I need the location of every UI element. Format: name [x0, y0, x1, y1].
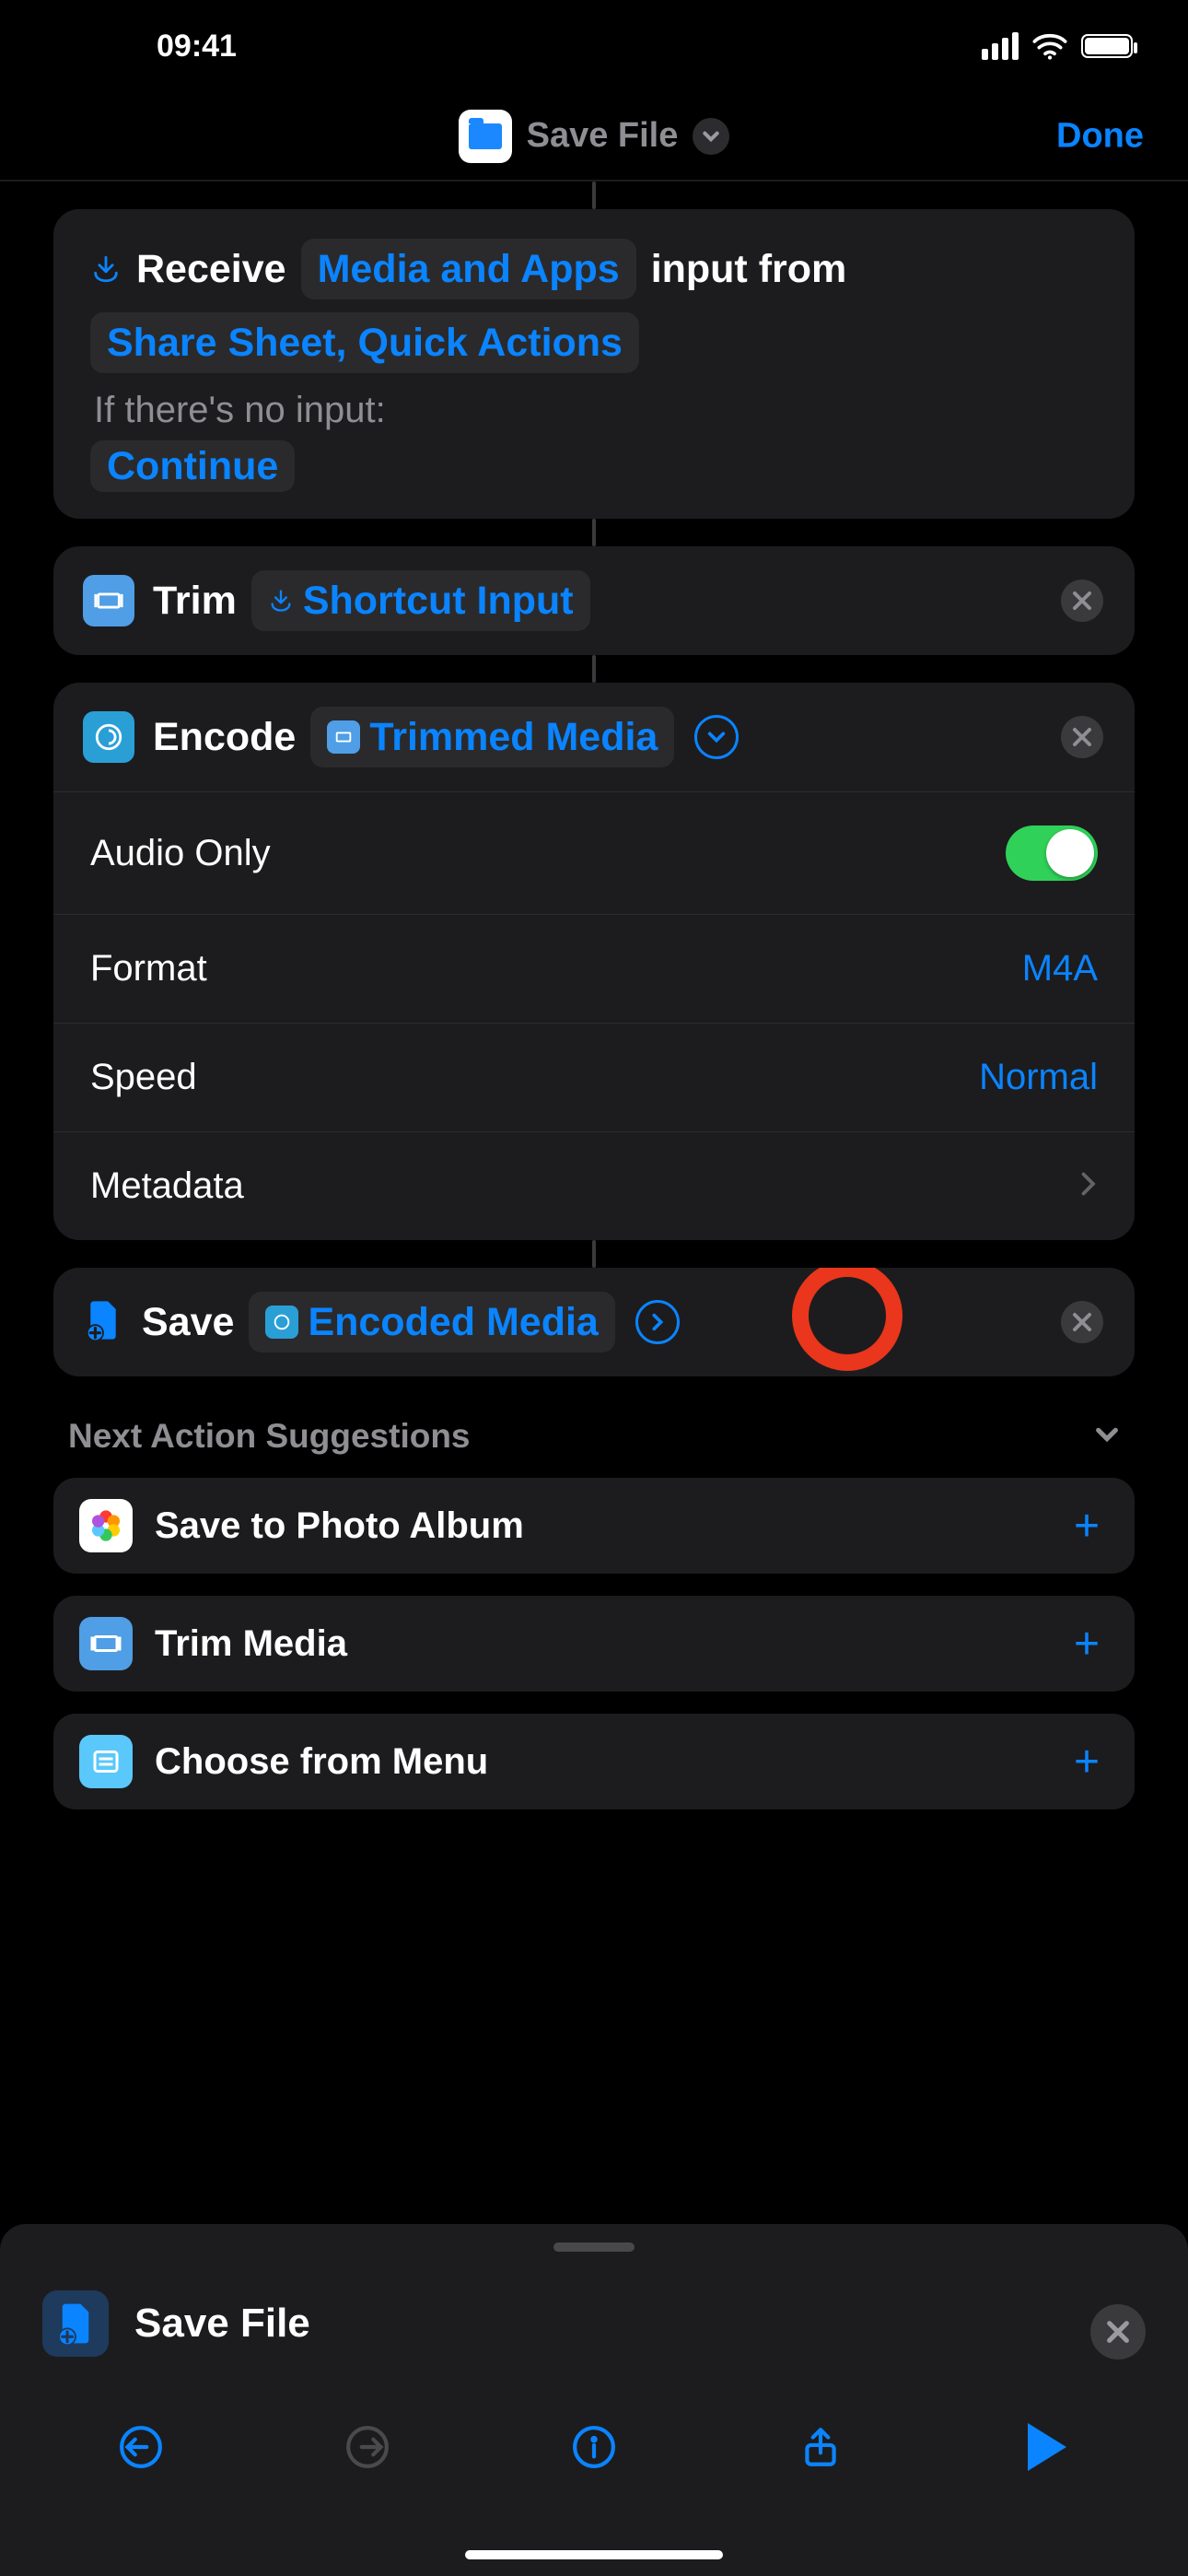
receive-word: Receive — [136, 242, 286, 296]
format-value: M4A — [1022, 948, 1098, 989]
sheet-title: Save File — [134, 2301, 310, 2347]
format-row[interactable]: Format M4A — [53, 914, 1135, 1023]
receive-word2: input from — [651, 242, 847, 296]
delete-trim-button[interactable] — [1061, 580, 1103, 622]
receive-action-card: Receive Media and Apps input from Share … — [53, 209, 1135, 519]
input-type-token[interactable]: Media and Apps — [301, 239, 636, 299]
input-source-token[interactable]: Share Sheet, Quick Actions — [90, 312, 639, 373]
shortcut-input-icon — [268, 588, 294, 614]
done-button[interactable]: Done — [1056, 116, 1144, 156]
play-icon — [1028, 2423, 1066, 2471]
cell-signal-icon — [982, 32, 1019, 60]
nav-title-group[interactable]: Save File — [459, 110, 730, 163]
nav-title: Save File — [527, 116, 679, 156]
add-suggestion-button[interactable]: + — [1074, 1501, 1109, 1551]
suggestion-save-photo[interactable]: Save to Photo Album + — [53, 1478, 1135, 1574]
no-input-label: If there's no input: — [90, 390, 1098, 431]
expand-save-button[interactable] — [635, 1300, 680, 1344]
trim-action-card: Trim Shortcut Input — [53, 546, 1135, 655]
trim-input-token[interactable]: Shortcut Input — [251, 570, 590, 631]
suggestion-trim-media[interactable]: Trim Media + — [53, 1596, 1135, 1692]
undo-button[interactable] — [111, 2418, 170, 2476]
suggestions-header[interactable]: Next Action Suggestions — [53, 1376, 1135, 1478]
bottom-sheet[interactable]: Save File — [0, 2224, 1188, 2576]
trim-app-icon — [83, 575, 134, 626]
delete-encode-button[interactable] — [1061, 716, 1103, 758]
wifi-icon — [1031, 32, 1068, 60]
run-button[interactable] — [1018, 2418, 1077, 2476]
save-action-card: Save Encoded Media — [53, 1268, 1135, 1376]
encoded-media-icon — [272, 1312, 292, 1332]
save-input-token[interactable]: Encoded Media — [249, 1292, 614, 1352]
encode-action-card: Encode Trimmed Media Audio Only Format — [53, 683, 1135, 1240]
metadata-row[interactable]: Metadata — [53, 1131, 1135, 1240]
folder-app-icon — [459, 110, 512, 163]
audio-only-toggle[interactable] — [1006, 825, 1098, 881]
chevron-down-icon — [1094, 1417, 1120, 1456]
suggestion-choose-menu[interactable]: Choose from Menu + — [53, 1714, 1135, 1809]
receive-input-icon — [90, 253, 122, 285]
editor-toolbar — [0, 2394, 1188, 2576]
speed-value: Normal — [979, 1057, 1098, 1098]
sheet-grabber[interactable] — [553, 2242, 635, 2252]
encode-label: Encode — [153, 710, 296, 764]
chevron-right-icon — [1077, 1165, 1098, 1207]
close-sheet-button[interactable] — [1090, 2304, 1146, 2359]
chevron-down-icon[interactable] — [693, 118, 729, 155]
photos-app-icon — [79, 1499, 133, 1552]
share-button[interactable] — [791, 2418, 850, 2476]
speed-row[interactable]: Speed Normal — [53, 1023, 1135, 1131]
encode-input-token[interactable]: Trimmed Media — [310, 707, 674, 767]
info-button[interactable] — [565, 2418, 623, 2476]
audio-only-row: Audio Only — [53, 791, 1135, 914]
trim-media-icon — [79, 1617, 133, 1670]
fallback-token[interactable]: Continue — [90, 440, 295, 492]
save-label: Save — [142, 1295, 234, 1349]
save-file-icon — [83, 1298, 123, 1347]
add-suggestion-button[interactable]: + — [1074, 1619, 1109, 1669]
redo-button — [338, 2418, 397, 2476]
save-file-sheet-icon — [42, 2290, 109, 2357]
delete-save-button[interactable] — [1061, 1301, 1103, 1343]
tutorial-highlight-ring — [792, 1268, 903, 1371]
status-bar: 09:41 — [0, 0, 1188, 92]
status-time: 09:41 — [157, 29, 237, 64]
home-indicator[interactable] — [465, 2550, 723, 2559]
collapse-encode-button[interactable] — [694, 715, 739, 759]
trim-label: Trim — [153, 574, 237, 627]
add-suggestion-button[interactable]: + — [1074, 1737, 1109, 1787]
nav-bar: Save File Done — [0, 92, 1188, 180]
encode-app-icon — [83, 711, 134, 763]
battery-icon — [1081, 34, 1133, 58]
trimmed-media-icon — [333, 727, 354, 747]
choose-menu-icon — [79, 1735, 133, 1788]
